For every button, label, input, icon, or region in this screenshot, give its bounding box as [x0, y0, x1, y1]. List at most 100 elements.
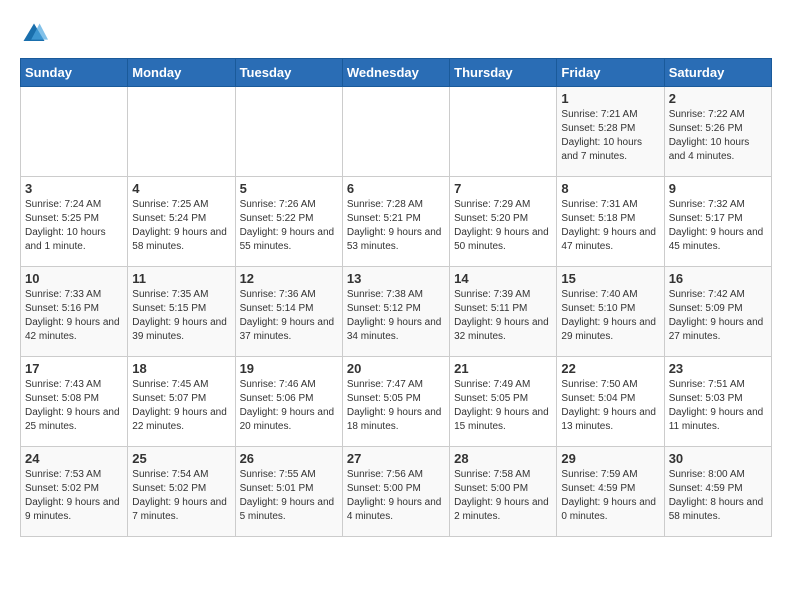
calendar-body: 1 Sunrise: 7:21 AM Sunset: 5:28 PM Daylig… — [21, 87, 772, 537]
calendar-cell — [128, 87, 235, 177]
cell-date: 7 — [454, 181, 552, 196]
cell-info: Sunrise: 7:43 AM Sunset: 5:08 PM Dayligh… — [25, 378, 123, 434]
weekday-row: SundayMondayTuesdayWednesdayThursdayFrid… — [21, 59, 772, 87]
cell-date: 26 — [240, 451, 338, 466]
weekday-header-thursday: Thursday — [450, 59, 557, 87]
cell-info: Sunrise: 7:54 AM Sunset: 5:02 PM Dayligh… — [132, 468, 230, 524]
cell-date: 17 — [25, 361, 123, 376]
cell-info: Sunrise: 7:40 AM Sunset: 5:10 PM Dayligh… — [561, 288, 659, 344]
weekday-header-monday: Monday — [128, 59, 235, 87]
calendar-cell: 19Sunrise: 7:46 AM Sunset: 5:06 PM Dayli… — [235, 357, 342, 447]
calendar-cell: 25 Sunrise: 7:54 AM Sunset: 5:02 PM Dayli… — [128, 447, 235, 537]
cell-info: Sunrise: 7:31 AM Sunset: 5:18 PM Dayligh… — [561, 198, 659, 254]
calendar-cell: 12Sunrise: 7:36 AM Sunset: 5:14 PM Dayli… — [235, 267, 342, 357]
cell-info: Sunrise: 7:28 AM Sunset: 5:21 PM Dayligh… — [347, 198, 445, 254]
calendar-cell: 29 Sunrise: 7:59 AM Sunset: 4:59 PM Dayli… — [557, 447, 664, 537]
cell-info: Sunrise: 7:36 AM Sunset: 5:14 PM Dayligh… — [240, 288, 338, 344]
cell-date: 23 — [669, 361, 767, 376]
cell-date: 18 — [132, 361, 230, 376]
logo-icon — [20, 20, 48, 48]
calendar-cell: 24 Sunrise: 7:53 AM Sunset: 5:02 PM Dayli… — [21, 447, 128, 537]
cell-date: 25 — [132, 451, 230, 466]
calendar-cell: 14 Sunrise: 7:39 AM Sunset: 5:11 PM Dayli… — [450, 267, 557, 357]
weekday-header-friday: Friday — [557, 59, 664, 87]
cell-date: 10 — [25, 271, 123, 286]
week-row: 1 Sunrise: 7:21 AM Sunset: 5:28 PM Daylig… — [21, 87, 772, 177]
calendar-cell: 2 Sunrise: 7:22 AM Sunset: 5:26 PM Daylig… — [664, 87, 771, 177]
calendar-cell: 6 Sunrise: 7:28 AM Sunset: 5:21 PM Daylig… — [342, 177, 449, 267]
calendar-cell: 4Sunrise: 7:25 AM Sunset: 5:24 PM Daylig… — [128, 177, 235, 267]
cell-info: Sunrise: 7:32 AM Sunset: 5:17 PM Dayligh… — [669, 198, 767, 254]
logo — [20, 20, 52, 48]
calendar-cell: 11 Sunrise: 7:35 AM Sunset: 5:15 PM Dayli… — [128, 267, 235, 357]
cell-date: 1 — [561, 91, 659, 106]
page-header — [20, 20, 772, 48]
calendar-cell: 28Sunrise: 7:58 AM Sunset: 5:00 PM Dayli… — [450, 447, 557, 537]
cell-date: 3 — [25, 181, 123, 196]
cell-info: Sunrise: 7:53 AM Sunset: 5:02 PM Dayligh… — [25, 468, 123, 524]
cell-info: Sunrise: 7:38 AM Sunset: 5:12 PM Dayligh… — [347, 288, 445, 344]
cell-date: 15 — [561, 271, 659, 286]
calendar-cell: 3 Sunrise: 7:24 AM Sunset: 5:25 PM Daylig… — [21, 177, 128, 267]
week-row: 17 Sunrise: 7:43 AM Sunset: 5:08 PM Dayli… — [21, 357, 772, 447]
calendar-cell: 22Sunrise: 7:50 AM Sunset: 5:04 PM Dayli… — [557, 357, 664, 447]
week-row: 10 Sunrise: 7:33 AM Sunset: 5:16 PM Dayli… — [21, 267, 772, 357]
cell-info: Sunrise: 7:45 AM Sunset: 5:07 PM Dayligh… — [132, 378, 230, 434]
weekday-header-saturday: Saturday — [664, 59, 771, 87]
cell-date: 20 — [347, 361, 445, 376]
calendar-cell: 8Sunrise: 7:31 AM Sunset: 5:18 PM Daylig… — [557, 177, 664, 267]
cell-info: Sunrise: 7:25 AM Sunset: 5:24 PM Dayligh… — [132, 198, 230, 254]
calendar-cell: 13Sunrise: 7:38 AM Sunset: 5:12 PM Dayli… — [342, 267, 449, 357]
cell-info: Sunrise: 7:58 AM Sunset: 5:00 PM Dayligh… — [454, 468, 552, 524]
calendar-cell: 7Sunrise: 7:29 AM Sunset: 5:20 PM Daylig… — [450, 177, 557, 267]
calendar-cell — [450, 87, 557, 177]
cell-date: 22 — [561, 361, 659, 376]
calendar-cell: 15 Sunrise: 7:40 AM Sunset: 5:10 PM Dayli… — [557, 267, 664, 357]
weekday-header-tuesday: Tuesday — [235, 59, 342, 87]
cell-info: Sunrise: 7:33 AM Sunset: 5:16 PM Dayligh… — [25, 288, 123, 344]
cell-info: Sunrise: 7:56 AM Sunset: 5:00 PM Dayligh… — [347, 468, 445, 524]
calendar-cell: 1 Sunrise: 7:21 AM Sunset: 5:28 PM Daylig… — [557, 87, 664, 177]
cell-date: 5 — [240, 181, 338, 196]
cell-date: 16 — [669, 271, 767, 286]
calendar-cell: 5 Sunrise: 7:26 AM Sunset: 5:22 PM Daylig… — [235, 177, 342, 267]
calendar-cell: 16 Sunrise: 7:42 AM Sunset: 5:09 PM Dayli… — [664, 267, 771, 357]
week-row: 24 Sunrise: 7:53 AM Sunset: 5:02 PM Dayli… — [21, 447, 772, 537]
cell-date: 21 — [454, 361, 552, 376]
cell-info: Sunrise: 7:46 AM Sunset: 5:06 PM Dayligh… — [240, 378, 338, 434]
cell-date: 24 — [25, 451, 123, 466]
cell-date: 30 — [669, 451, 767, 466]
cell-info: Sunrise: 7:51 AM Sunset: 5:03 PM Dayligh… — [669, 378, 767, 434]
cell-info: Sunrise: 7:39 AM Sunset: 5:11 PM Dayligh… — [454, 288, 552, 344]
cell-info: Sunrise: 7:35 AM Sunset: 5:15 PM Dayligh… — [132, 288, 230, 344]
calendar: SundayMondayTuesdayWednesdayThursdayFrid… — [20, 58, 772, 537]
cell-info: Sunrise: 7:22 AM Sunset: 5:26 PM Dayligh… — [669, 108, 767, 164]
calendar-cell: 9 Sunrise: 7:32 AM Sunset: 5:17 PM Daylig… — [664, 177, 771, 267]
cell-date: 9 — [669, 181, 767, 196]
calendar-cell: 18 Sunrise: 7:45 AM Sunset: 5:07 PM Dayli… — [128, 357, 235, 447]
cell-date: 2 — [669, 91, 767, 106]
calendar-cell: 27 Sunrise: 7:56 AM Sunset: 5:00 PM Dayli… — [342, 447, 449, 537]
calendar-cell: 23 Sunrise: 7:51 AM Sunset: 5:03 PM Dayli… — [664, 357, 771, 447]
cell-date: 11 — [132, 271, 230, 286]
calendar-cell: 26 Sunrise: 7:55 AM Sunset: 5:01 PM Dayli… — [235, 447, 342, 537]
cell-info: Sunrise: 7:59 AM Sunset: 4:59 PM Dayligh… — [561, 468, 659, 524]
cell-info: Sunrise: 7:42 AM Sunset: 5:09 PM Dayligh… — [669, 288, 767, 344]
cell-date: 14 — [454, 271, 552, 286]
cell-info: Sunrise: 8:00 AM Sunset: 4:59 PM Dayligh… — [669, 468, 767, 524]
cell-date: 27 — [347, 451, 445, 466]
calendar-cell: 17 Sunrise: 7:43 AM Sunset: 5:08 PM Dayli… — [21, 357, 128, 447]
calendar-cell: 30 Sunrise: 8:00 AM Sunset: 4:59 PM Dayli… — [664, 447, 771, 537]
cell-info: Sunrise: 7:26 AM Sunset: 5:22 PM Dayligh… — [240, 198, 338, 254]
cell-info: Sunrise: 7:55 AM Sunset: 5:01 PM Dayligh… — [240, 468, 338, 524]
calendar-cell — [21, 87, 128, 177]
cell-info: Sunrise: 7:21 AM Sunset: 5:28 PM Dayligh… — [561, 108, 659, 164]
cell-date: 6 — [347, 181, 445, 196]
calendar-cell: 10 Sunrise: 7:33 AM Sunset: 5:16 PM Dayli… — [21, 267, 128, 357]
cell-date: 29 — [561, 451, 659, 466]
cell-info: Sunrise: 7:24 AM Sunset: 5:25 PM Dayligh… — [25, 198, 123, 254]
cell-info: Sunrise: 7:47 AM Sunset: 5:05 PM Dayligh… — [347, 378, 445, 434]
cell-info: Sunrise: 7:49 AM Sunset: 5:05 PM Dayligh… — [454, 378, 552, 434]
calendar-cell: 20 Sunrise: 7:47 AM Sunset: 5:05 PM Dayli… — [342, 357, 449, 447]
week-row: 3 Sunrise: 7:24 AM Sunset: 5:25 PM Daylig… — [21, 177, 772, 267]
